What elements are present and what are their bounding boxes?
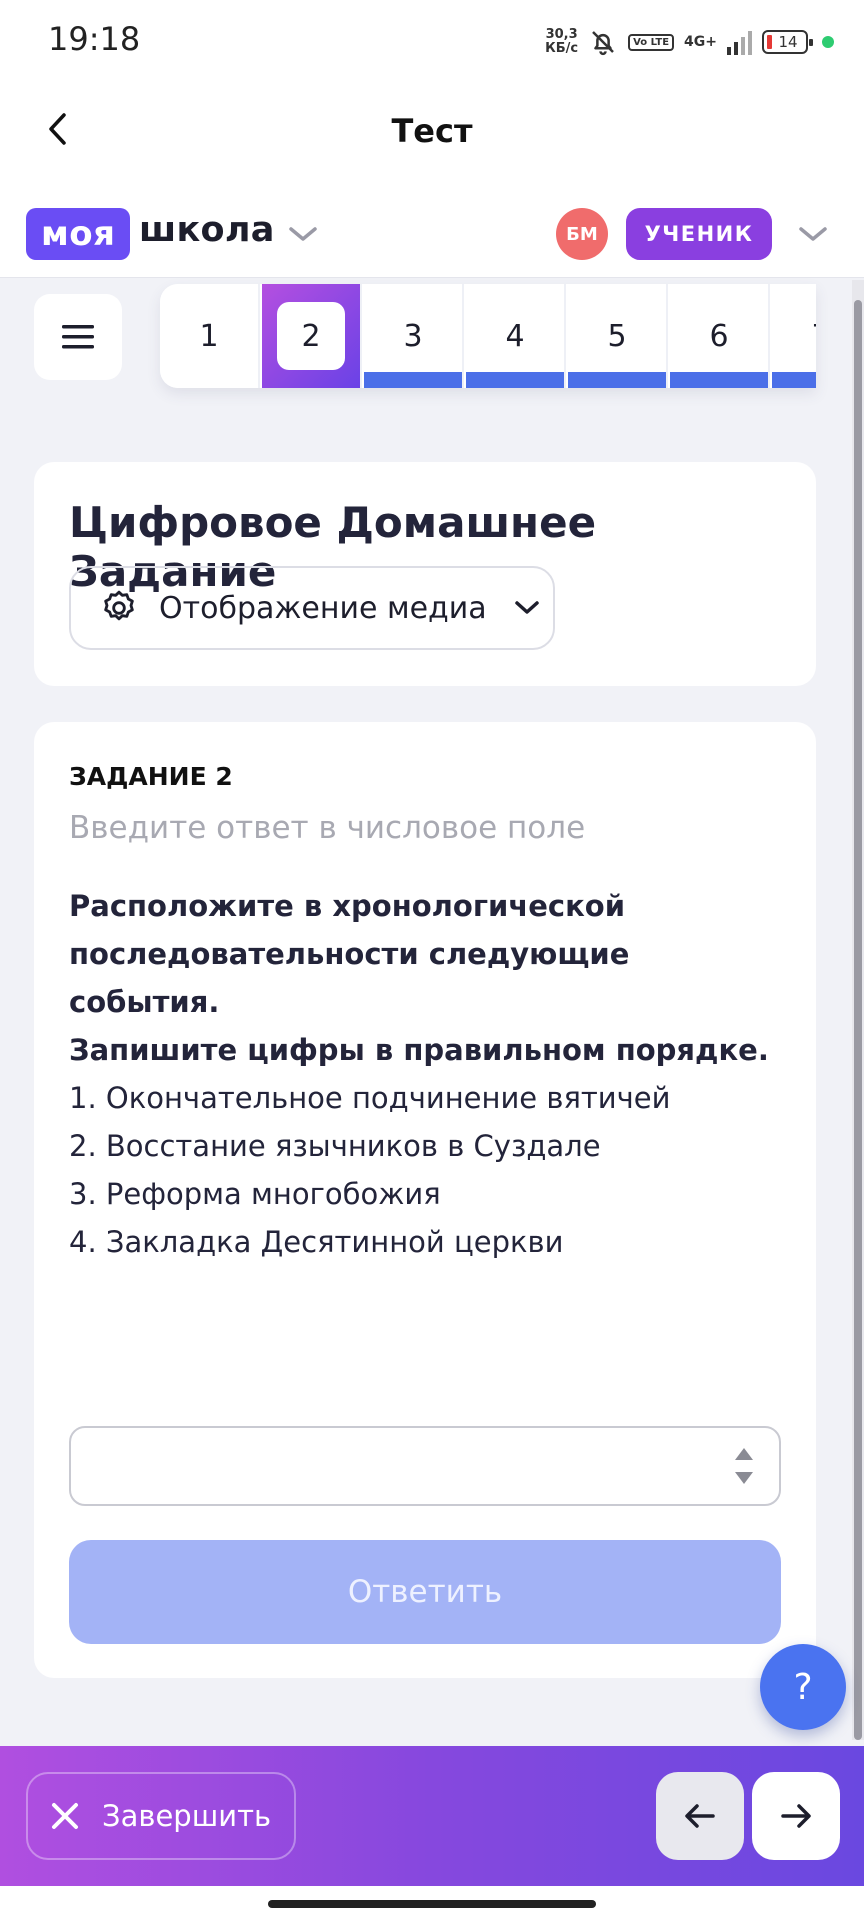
status-time: 19:18 bbox=[48, 20, 141, 58]
prev-task-button[interactable] bbox=[656, 1772, 744, 1860]
task-tab-2[interactable]: 2 bbox=[262, 284, 362, 388]
task-number: ЗАДАНИЕ 2 bbox=[69, 762, 233, 791]
battery-level: 14 bbox=[778, 33, 798, 51]
media-dropdown-label: Отображение медиа bbox=[159, 590, 487, 626]
bell-muted-icon bbox=[592, 31, 614, 56]
chevron-down-icon bbox=[514, 601, 539, 614]
list-item: 3. Реформа многобожия bbox=[69, 1177, 441, 1211]
stepper-up-icon[interactable] bbox=[735, 1448, 753, 1460]
number-stepper[interactable] bbox=[735, 1446, 755, 1490]
net-speed: 30,3 КБ/с bbox=[545, 27, 579, 56]
task-events-list: 1. Окончательное подчинение вятичей 2. В… bbox=[69, 1074, 789, 1266]
question-line: последовательности следующие события. bbox=[69, 937, 630, 1019]
task-tab-1[interactable]: 1 bbox=[160, 284, 260, 388]
battery-icon: 14 bbox=[762, 30, 813, 54]
submit-answer-button[interactable]: Ответить bbox=[69, 1540, 781, 1644]
task-tabs: 1 2 3 4 5 6 7 bbox=[160, 284, 816, 388]
close-icon bbox=[52, 1803, 78, 1829]
stepper-down-icon[interactable] bbox=[735, 1472, 753, 1484]
logo-shkola: школа bbox=[139, 210, 275, 250]
role-badge[interactable]: УЧЕНИК bbox=[626, 208, 772, 260]
network-type: 4G+ bbox=[684, 34, 717, 50]
finish-button[interactable]: Завершить bbox=[26, 1772, 296, 1860]
answer-number-field bbox=[69, 1426, 781, 1506]
task-hint: Введите ответ в числовое поле bbox=[69, 810, 586, 846]
task-tab-5[interactable]: 5 bbox=[568, 284, 668, 388]
task-tab-3[interactable]: 3 bbox=[364, 284, 464, 388]
bottom-bar: Завершить bbox=[0, 1746, 864, 1886]
app-header: Тест bbox=[0, 82, 864, 182]
list-item: 2. Восстание язычников в Суздале bbox=[69, 1129, 601, 1163]
status-icons: 30,3 КБ/с Vo LTE 4G+ 14 bbox=[545, 24, 834, 60]
logo-moya: моя bbox=[26, 208, 131, 260]
navigation-gesture-area bbox=[0, 1886, 864, 1920]
tasks-menu-button[interactable] bbox=[34, 294, 122, 380]
privacy-dot bbox=[822, 36, 834, 48]
scrollbar-thumb[interactable] bbox=[854, 300, 862, 1740]
signal-icon bbox=[727, 29, 752, 55]
answer-input[interactable] bbox=[71, 1428, 711, 1504]
home-gesture-bar[interactable] bbox=[268, 1900, 596, 1908]
avatar[interactable]: БМ bbox=[556, 208, 608, 260]
status-bar: 19:18 30,3 КБ/с Vo LTE 4G+ 14 bbox=[0, 0, 864, 82]
hamburger-icon bbox=[62, 325, 94, 349]
finish-label: Завершить bbox=[102, 1799, 272, 1833]
media-display-dropdown[interactable]: Отображение медиа bbox=[69, 566, 555, 650]
task-tab-7[interactable]: 7 bbox=[772, 284, 816, 388]
task-card: ЗАДАНИЕ 2 Введите ответ в числовое поле … bbox=[34, 722, 816, 1678]
brand-bar: моя школа БМ УЧЕНИК bbox=[0, 182, 864, 278]
page-title: Тест bbox=[391, 112, 473, 150]
chevron-down-icon[interactable] bbox=[286, 224, 320, 244]
list-item: 1. Окончательное подчинение вятичей bbox=[69, 1081, 671, 1115]
arrow-left-icon bbox=[685, 1804, 715, 1828]
question-line: Запишите цифры в правильном порядке. bbox=[69, 1033, 769, 1067]
task-tab-4[interactable]: 4 bbox=[466, 284, 566, 388]
question-line: Расположите в хронологической bbox=[69, 889, 626, 923]
homework-card: Цифровое Домашнее Задание Отображение ме… bbox=[34, 462, 816, 686]
volte-badge: Vo LTE bbox=[628, 33, 675, 51]
chevron-down-icon[interactable] bbox=[796, 224, 830, 244]
next-task-button[interactable] bbox=[752, 1772, 840, 1860]
list-item: 4. Закладка Десятинной церкви bbox=[69, 1225, 564, 1259]
help-button[interactable]: ? bbox=[760, 1644, 846, 1730]
task-tab-6[interactable]: 6 bbox=[670, 284, 770, 388]
arrow-right-icon bbox=[781, 1804, 811, 1828]
task-question: Расположите в хронологической последоват… bbox=[69, 882, 789, 1074]
gear-icon bbox=[104, 590, 134, 621]
